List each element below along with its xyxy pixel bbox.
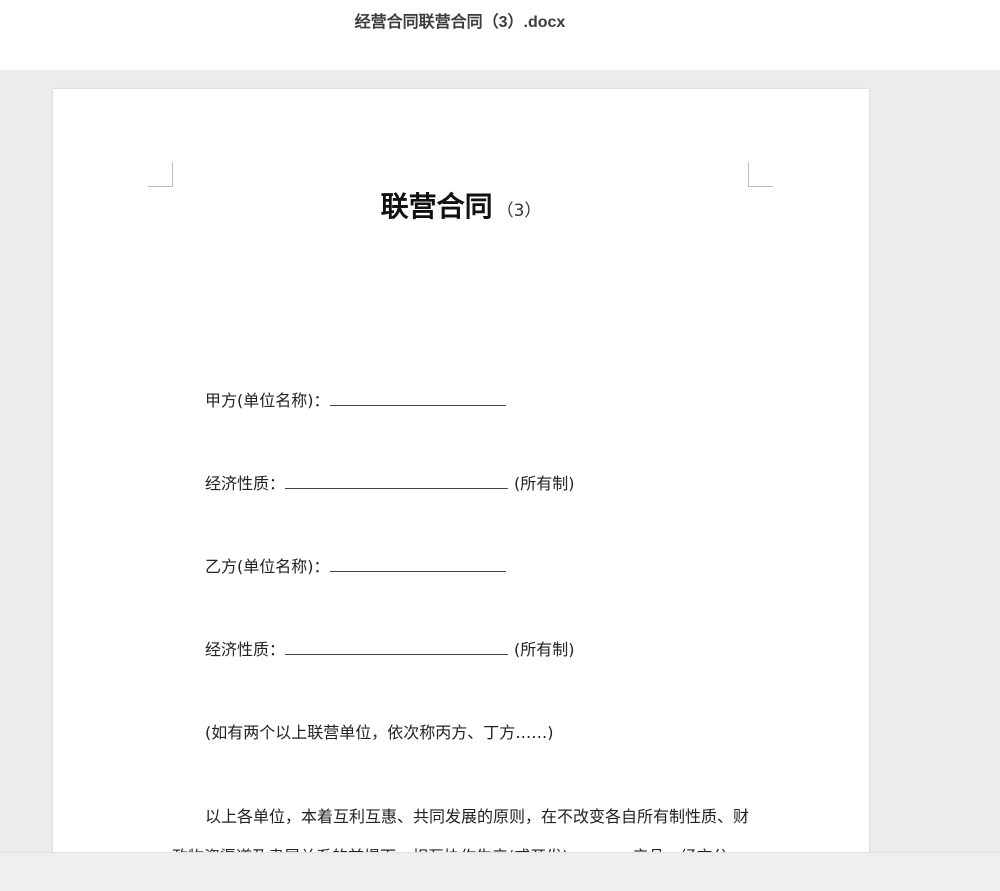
party-a-economic-nature-blank[interactable]	[285, 472, 509, 489]
paragraph-1: 以上各单位，本着互利互惠、共同发展的原则，在不改变各自所有制性质、财政物资渠道及…	[172, 807, 750, 852]
document-title: 经营合同联营合同（3）.docx	[354, 14, 566, 31]
party-a-economic-nature-label: 经济性质：	[205, 474, 286, 493]
margin-corner-top-left	[148, 162, 173, 187]
additional-parties-note: (如有两个以上联营单位，依次称丙方、丁方……)	[205, 723, 554, 742]
heading-main-text: 联营合同	[380, 190, 493, 223]
margin-corner-top-right	[748, 162, 773, 187]
party-a-ownership-suffix: (所有制)	[514, 474, 575, 493]
party-b-economic-nature-blank[interactable]	[285, 638, 509, 655]
party-b-ownership-suffix: (所有制)	[514, 640, 575, 659]
party-b-name-label: 乙方(单位名称)：	[205, 557, 330, 576]
party-b-name-blank[interactable]	[329, 555, 506, 572]
party-a-name-blank[interactable]	[329, 389, 506, 406]
party-b-economic-nature-line: 经济性质： (所有制)	[205, 636, 575, 660]
document-viewport[interactable]: 联营合同 （3） 甲方(单位名称)： 经济性质： (所有制) 乙方(单位名称)： 经…	[0, 70, 1000, 852]
heading-sub-text: （3）	[496, 201, 542, 221]
document-page[interactable]: 联营合同 （3） 甲方(单位名称)： 经济性质： (所有制) 乙方(单位名称)： 经…	[53, 89, 869, 852]
party-a-economic-nature-line: 经济性质： (所有制)	[205, 470, 575, 494]
party-a-name-label: 甲方(单位名称)：	[205, 391, 330, 410]
party-b-economic-nature-label: 经济性质：	[205, 640, 286, 659]
party-a-name-line: 甲方(单位名称)：	[205, 387, 506, 411]
party-b-name-line: 乙方(单位名称)：	[205, 553, 506, 577]
bottom-bar	[0, 852, 1000, 891]
title-bar: 经营合同联营合同（3）.docx	[0, 0, 1000, 70]
document-heading: 联营合同 （3）	[53, 185, 869, 225]
